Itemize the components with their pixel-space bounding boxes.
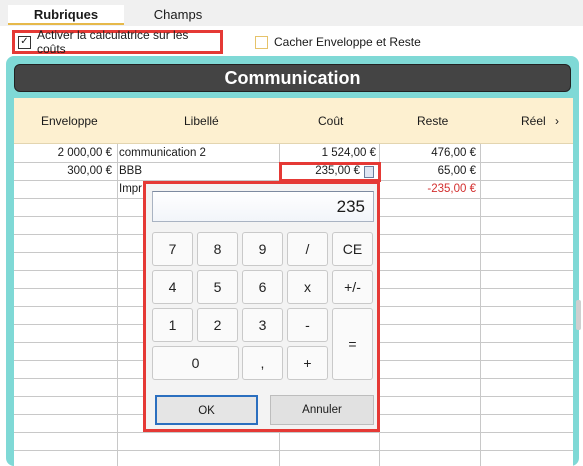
- cell-cout: 1 524,00 €: [321, 147, 376, 159]
- cancel-button[interactable]: Annuler: [270, 395, 374, 425]
- column-header-libelle[interactable]: Libellé: [184, 114, 219, 128]
- key-9[interactable]: 9: [242, 232, 283, 266]
- table-row[interactable]: [14, 433, 573, 451]
- key-5[interactable]: 5: [197, 270, 238, 304]
- key-minus[interactable]: -: [287, 308, 328, 342]
- table-row[interactable]: [14, 451, 573, 466]
- tab-bar: Rubriques Champs: [0, 0, 583, 26]
- key-plus[interactable]: +: [287, 346, 328, 380]
- cell-libelle: BBB: [119, 165, 143, 177]
- hide-envelope-label: Cacher Enveloppe et Reste: [274, 35, 421, 49]
- key-8[interactable]: 8: [197, 232, 238, 266]
- key-1[interactable]: 1: [152, 308, 193, 342]
- ok-button[interactable]: OK: [155, 395, 258, 425]
- key-4[interactable]: 4: [152, 270, 193, 304]
- cell-enveloppe: 2 000,00 €: [57, 147, 112, 159]
- key-0[interactable]: 0: [152, 346, 239, 380]
- tab-rubriques[interactable]: Rubriques: [8, 5, 124, 25]
- cell-enveloppe: 300,00 €: [67, 165, 112, 177]
- key-plus-minus[interactable]: +/-: [332, 270, 373, 304]
- key-2[interactable]: 2: [197, 308, 238, 342]
- scrollbar-thumb[interactable]: [576, 300, 581, 330]
- cell-reste: 476,00 €: [431, 147, 476, 159]
- checkbox-checked-icon[interactable]: ✓: [18, 35, 31, 49]
- calculator-toggle[interactable]: ✓ Activer la calculatrice sur les coûts: [12, 28, 223, 56]
- checkbox-unchecked-icon[interactable]: [255, 35, 268, 49]
- key-3[interactable]: 3: [242, 308, 283, 342]
- chevron-right-icon[interactable]: ›: [555, 114, 559, 128]
- key-clear-entry[interactable]: CE: [332, 232, 373, 266]
- key-multiply[interactable]: x: [287, 270, 328, 304]
- calculator-popup: 235 7 8 9 / CE 4 5 6 x +/- 1 2 3 - = 0 ,…: [143, 181, 380, 432]
- calculator-icon[interactable]: [364, 166, 374, 178]
- hide-envelope-toggle[interactable]: Cacher Enveloppe et Reste: [255, 30, 455, 54]
- column-header-enveloppe[interactable]: Enveloppe: [41, 114, 98, 128]
- column-header-cout[interactable]: Coût: [318, 114, 343, 128]
- tab-champs[interactable]: Champs: [128, 5, 228, 25]
- cell-reste: 65,00 €: [437, 165, 476, 177]
- key-decimal[interactable]: ,: [242, 346, 283, 380]
- calculator-toggle-label: Activer la calculatrice sur les coûts: [36, 28, 189, 56]
- table-row[interactable]: 2 000,00 € communication 2 1 524,00 € 47…: [14, 145, 573, 163]
- calculator-display: 235: [152, 191, 374, 222]
- section-title: Communication: [14, 64, 571, 92]
- table-header: Enveloppe Libellé Coût Reste Réel ›: [14, 98, 573, 144]
- key-divide[interactable]: /: [287, 232, 328, 266]
- column-header-reel[interactable]: Réel: [521, 114, 546, 128]
- cell-reste: -235,00 €: [427, 183, 476, 195]
- cell-libelle: communication 2: [119, 147, 206, 159]
- cell-libelle: Impr: [119, 183, 142, 195]
- column-header-reste[interactable]: Reste: [417, 114, 448, 128]
- key-6[interactable]: 6: [242, 270, 283, 304]
- key-7[interactable]: 7: [152, 232, 193, 266]
- key-equals[interactable]: =: [332, 308, 373, 380]
